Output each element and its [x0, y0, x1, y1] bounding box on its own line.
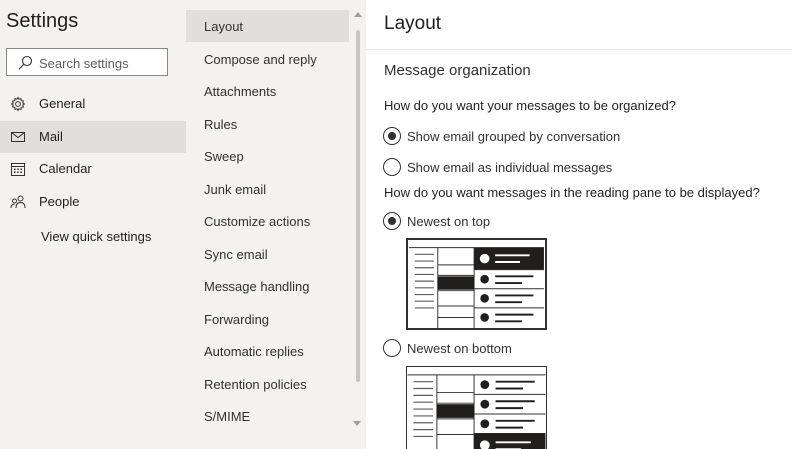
- view-quick-settings-link[interactable]: View quick settings: [41, 229, 151, 244]
- menu-item-label: S/MIME: [204, 409, 251, 424]
- settings-nav-pane: Settings General Mail Calendar: [0, 0, 186, 449]
- radio-button[interactable]: [383, 212, 401, 230]
- scroll-up-arrow[interactable]: [354, 12, 362, 17]
- panel-title: Layout: [384, 13, 442, 34]
- menu-item-retention-policies[interactable]: Retention policies: [186, 368, 349, 400]
- radio-label: Show email grouped by conversation: [407, 129, 621, 144]
- mail-icon: [11, 132, 25, 142]
- radio-label: Newest on top: [407, 214, 491, 229]
- search-icon: [18, 55, 33, 70]
- menu-item-label: Junk email: [204, 182, 267, 197]
- newest-on-bottom-preview[interactable]: [406, 366, 547, 449]
- menu-item-label: Customize actions: [204, 214, 311, 229]
- radio-label: Newest on bottom: [407, 341, 512, 356]
- menu-item-layout[interactable]: Layout: [186, 10, 349, 42]
- sidebar-item-mail[interactable]: Mail: [0, 121, 186, 153]
- sidebar-item-label: People: [39, 194, 80, 209]
- sidebar-item-general[interactable]: General: [0, 88, 186, 120]
- menu-item-label: Retention policies: [204, 377, 307, 392]
- menu-item-sync-email[interactable]: Sync email: [186, 238, 349, 270]
- menu-item-label: Sweep: [204, 149, 244, 164]
- radio-label: Show email as individual messages: [407, 160, 613, 175]
- menu-item-label: Automatic replies: [204, 344, 304, 359]
- newest-on-top-preview[interactable]: [406, 238, 547, 330]
- menu-item-junk-email[interactable]: Junk email: [186, 173, 349, 205]
- settings-title: Settings: [6, 10, 79, 32]
- search-box[interactable]: [6, 48, 168, 76]
- menu-item-message-handling[interactable]: Message handling: [186, 270, 349, 302]
- menu-item-label: Message handling: [204, 279, 310, 294]
- panel-header: Layout: [366, 0, 792, 50]
- menu-item-automatic-replies[interactable]: Automatic replies: [186, 335, 349, 367]
- menu-item-sweep[interactable]: Sweep: [186, 140, 349, 172]
- section-title: Message organization: [384, 62, 531, 79]
- reading-pane-question: How do you want messages in the reading …: [384, 185, 760, 200]
- gear-icon: [10, 96, 26, 112]
- menu-item-compose-and-reply[interactable]: Compose and reply: [186, 43, 349, 75]
- calendar-icon: [11, 163, 25, 176]
- mail-settings-menu: Layout Compose and reply Attachments Rul…: [186, 0, 366, 449]
- menu-item-smime[interactable]: S/MIME: [186, 400, 349, 432]
- layout-settings-panel: Layout Message organization How do you w…: [366, 0, 792, 449]
- menu-item-label: Sync email: [204, 247, 268, 262]
- sidebar-item-calendar[interactable]: Calendar: [0, 153, 186, 185]
- menu-item-customize-actions[interactable]: Customize actions: [186, 205, 349, 237]
- scroll-down-arrow[interactable]: [353, 421, 361, 426]
- sidebar-item-label: Calendar: [39, 161, 92, 176]
- menu-item-rules[interactable]: Rules: [186, 108, 349, 140]
- radio-button[interactable]: [383, 127, 401, 145]
- menu-item-label: Attachments: [204, 84, 277, 99]
- menu-item-forwarding[interactable]: Forwarding: [186, 303, 349, 335]
- menu-item-label: Layout: [204, 19, 244, 34]
- people-icon: [10, 195, 26, 209]
- radio-button[interactable]: [383, 158, 401, 176]
- radio-button[interactable]: [383, 339, 401, 357]
- sidebar-item-people[interactable]: People: [0, 186, 186, 218]
- menu-item-label: Compose and reply: [204, 52, 317, 67]
- menu-item-label: Forwarding: [204, 312, 270, 327]
- menu-item-attachments[interactable]: Attachments: [186, 75, 349, 107]
- sidebar-item-label: Mail: [39, 129, 63, 144]
- menu-item-label: Rules: [204, 117, 238, 132]
- sidebar-item-label: General: [39, 96, 86, 111]
- search-input[interactable]: [39, 53, 161, 73]
- scrollbar-thumb[interactable]: [356, 30, 360, 382]
- organization-question: How do you want your messages to be orga…: [384, 98, 676, 113]
